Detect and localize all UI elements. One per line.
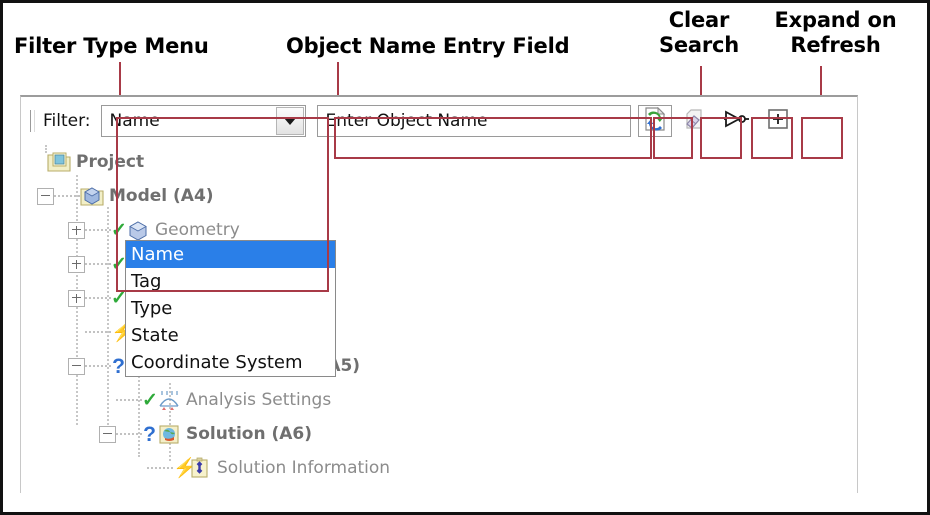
tree-row-analysis-settings[interactable]: ✓ Analysis Settings [21,383,857,417]
tree-connector-dash [85,263,111,266]
model-folder-icon [80,185,104,207]
clear-search-button[interactable] [679,105,713,137]
status-bolt-icon: ⚡ [173,459,188,478]
tree-item-label: Solution Information [217,458,390,478]
tree-item-label: Geometry [155,220,240,240]
expander-icon[interactable] [30,154,47,171]
solution-information-icon [188,457,212,479]
filter-type-combo[interactable]: Name [101,105,306,137]
tree-connector-dash [85,331,111,334]
tree-row-model[interactable]: Model (A4) [21,179,857,213]
status-question-icon: ? [111,356,126,377]
tree-connector-dash [85,365,111,368]
tree-row-solution-information[interactable]: ⚡ Solution Information [21,451,857,485]
annotation-object-name-entry-field: Object Name Entry Field [286,34,569,59]
annotation-clear-search: Clear Search [649,8,749,58]
tree-connector-dash [116,433,142,436]
refresh-search-button[interactable] [638,105,672,137]
project-folder-icon [47,151,71,173]
dropdown-option-state[interactable]: State [126,322,335,349]
expander-icon[interactable] [68,256,85,273]
status-bolt-icon: ⚡ [111,323,126,342]
expander-icon[interactable] [37,188,54,205]
eraser-page-icon [684,107,708,136]
tree-item-label: Project [76,152,144,172]
filter-toolbar: Filter: Name Enter Object Name [21,99,857,143]
object-name-input[interactable]: Enter Object Name [317,105,631,137]
expander-icon [130,460,147,477]
status-check-icon: ✓ [142,391,157,410]
dropdown-option-name[interactable]: Name [126,241,335,268]
geometry-icon [126,219,150,241]
expander-icon[interactable] [68,222,85,239]
dropdown-option-coordinate-system[interactable]: Coordinate System [126,349,335,376]
filter-type-value: Name [102,111,160,131]
status-check-icon: ✓ [111,255,126,274]
filter-label: Filter: [43,111,91,131]
toolbar-grip[interactable] [30,110,35,132]
expand-plus-icon [767,108,789,135]
remove-filter-button[interactable] [720,105,754,137]
chevron-down-icon[interactable] [276,107,304,135]
outline-panel: Filter: Name Enter Object Name [20,95,858,493]
remove-filter-icon [724,109,750,134]
tree-item-label: Analysis Settings [186,390,331,410]
analysis-settings-icon [157,389,181,411]
annotation-expand-on-refresh: Expand on Refresh [758,8,913,58]
tree-connector-dash [85,297,111,300]
annotation-filter-type-menu: Filter Type Menu [14,34,209,59]
tree-connector-dash [85,229,111,232]
tree-item-label: Solution (A6) [186,424,312,444]
solution-icon [157,423,181,445]
expander-icon[interactable] [68,290,85,307]
filter-type-dropdown[interactable]: Name Tag Type State Coordinate System [125,240,336,377]
tree-connector-dash [147,467,173,470]
tree-connector-dash [54,195,80,198]
dropdown-option-tag[interactable]: Tag [126,268,335,295]
status-question-icon: ? [142,424,157,445]
expander-icon[interactable] [99,426,116,443]
dropdown-option-type[interactable]: Type [126,295,335,322]
object-name-value: Enter Object Name [318,111,488,131]
expander-icon [68,324,85,341]
tree-connector-dash [116,399,142,402]
status-check-icon: ✓ [111,221,126,240]
refresh-page-icon [644,107,666,136]
expand-on-refresh-button[interactable] [761,105,795,137]
tree-row-solution[interactable]: ? Solution (A6) [21,417,857,451]
expander-icon [99,392,116,409]
expander-icon[interactable] [68,358,85,375]
tree-row-project[interactable]: Project [21,145,857,179]
tree-item-label: Model (A4) [109,186,214,206]
status-check-icon: ✓ [111,289,126,308]
